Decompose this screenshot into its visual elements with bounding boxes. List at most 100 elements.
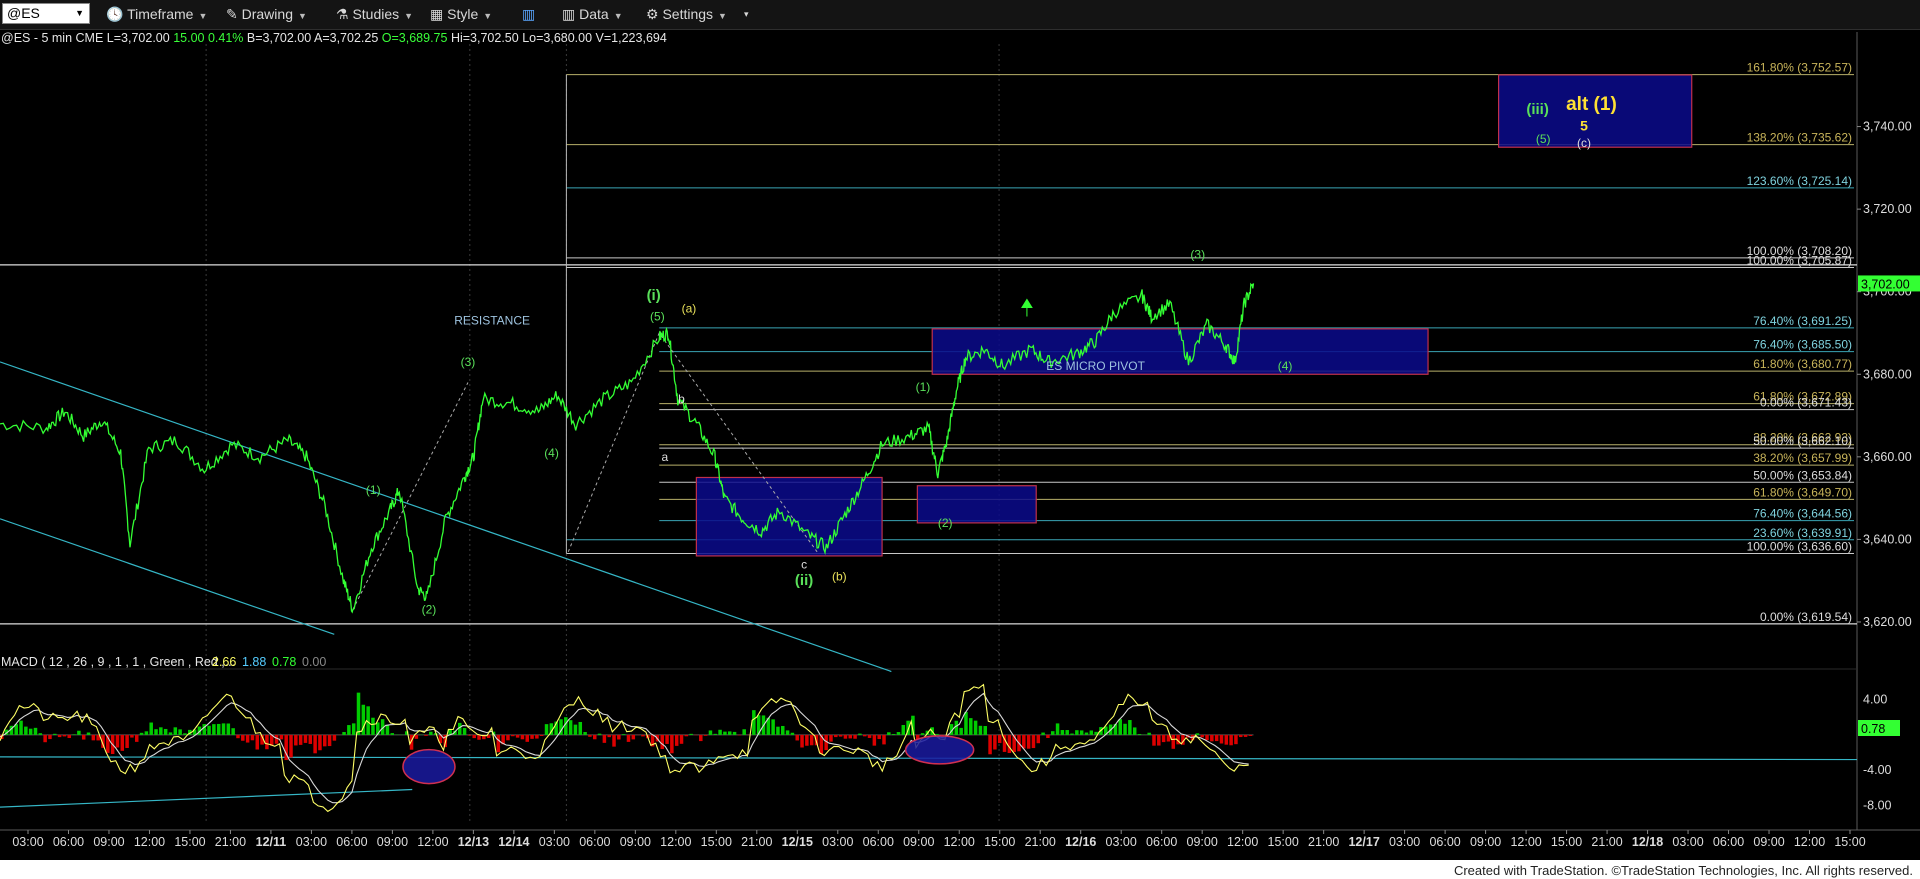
histogram-bar	[520, 734, 525, 740]
fib-level-label: 76.40% (3,685.50)	[1753, 338, 1852, 352]
histogram-bar	[43, 734, 47, 743]
histogram-bar	[964, 712, 968, 735]
histogram-bar	[1007, 734, 1012, 754]
histogram-bar	[19, 720, 23, 735]
histogram-bar	[154, 729, 158, 735]
histogram-bar	[1243, 734, 1248, 737]
fib-level-label: 123.60% (3,725.14)	[1747, 174, 1852, 188]
time-tick-label: 03:00	[1672, 835, 1703, 849]
histogram-bar	[617, 734, 621, 740]
histogram-bar	[708, 730, 713, 735]
time-tick-label: 12:00	[417, 835, 448, 849]
time-tick-label: 12:00	[944, 835, 975, 849]
macd-tick-label: 4.00	[1863, 693, 1887, 707]
histogram-bar	[1171, 734, 1176, 749]
time-tick-label: 03:00	[12, 835, 43, 849]
histogram-bar	[323, 734, 327, 747]
histogram-bar	[236, 734, 240, 739]
fib-level-label: 161.80% (3,752.57)	[1747, 61, 1852, 75]
wave-label: a	[661, 450, 668, 464]
histogram-bar	[1022, 734, 1026, 749]
histogram-bar	[250, 734, 255, 741]
histogram-bar	[1123, 723, 1127, 735]
time-tick-label: 12:00	[1510, 835, 1541, 849]
histogram-bar	[699, 734, 703, 742]
histogram-bar	[1031, 734, 1036, 749]
histogram-bar	[983, 726, 987, 735]
price-tick-label: 3,720.00	[1863, 202, 1912, 216]
histogram-bar	[544, 724, 549, 735]
fib-level-label: 0.00% (3,671.43)	[1760, 396, 1852, 410]
histogram-bar	[718, 729, 722, 735]
fib-level-label: 23.60% (3,639.91)	[1753, 526, 1852, 540]
histogram-bar	[1161, 734, 1166, 743]
histogram-bar	[602, 734, 607, 743]
histogram-bar	[1065, 730, 1069, 735]
support-box-2	[916, 485, 1037, 524]
histogram-bar	[511, 734, 515, 737]
histogram-bar	[144, 731, 149, 735]
histogram-bar	[1219, 734, 1224, 744]
wave-label: (3)	[1190, 248, 1205, 262]
histogram-bar	[973, 720, 978, 735]
fib-level-label: 61.80% (3,649.70)	[1753, 485, 1852, 499]
histogram-bar	[255, 734, 260, 750]
histogram-bar	[216, 723, 221, 735]
price-axis-bg	[1857, 32, 1920, 831]
time-tick-label: 12/14	[498, 835, 529, 849]
histogram-bar	[1046, 734, 1050, 738]
histogram-bar	[159, 727, 163, 735]
fib-level-label: 38.20% (3,657.99)	[1753, 451, 1852, 465]
fib-level-label: 50.00% (3,662.10)	[1753, 434, 1852, 448]
histogram-bar	[327, 734, 332, 747]
histogram-bar	[458, 722, 462, 735]
histogram-bar	[1089, 730, 1094, 735]
histogram-bar	[298, 734, 303, 745]
histogram-bar	[993, 734, 997, 750]
histogram-bar	[592, 734, 597, 740]
time-tick-label: 06:00	[53, 835, 84, 849]
histogram-bar	[843, 734, 848, 739]
histogram-bar	[212, 724, 216, 735]
histogram-bar	[506, 734, 510, 741]
histogram-bar	[1248, 734, 1253, 736]
wave-label: (4)	[544, 446, 559, 460]
histogram-bar	[115, 734, 120, 748]
histogram-bar	[588, 734, 592, 737]
divergence-marker	[402, 748, 456, 785]
histogram-bar	[641, 734, 645, 737]
histogram-bar	[313, 734, 317, 754]
histogram-bar	[1210, 734, 1214, 742]
histogram-bar	[679, 734, 684, 744]
histogram-bar	[1195, 733, 1200, 735]
histogram-bar	[829, 734, 833, 742]
time-tick-label: 06:00	[1146, 835, 1177, 849]
time-tick-label: 15:00	[701, 835, 732, 849]
histogram-bar	[670, 734, 674, 754]
histogram-bar	[713, 733, 718, 735]
histogram-bar	[978, 725, 983, 735]
histogram-bar	[515, 734, 520, 738]
time-tick-label: 06:00	[1713, 835, 1744, 849]
time-tick-label: 06:00	[336, 835, 367, 849]
wave-label: alt (1)	[1566, 94, 1617, 115]
histogram-bar	[660, 734, 664, 750]
histogram-bar	[38, 733, 43, 735]
histogram-bar	[130, 734, 134, 738]
time-tick-label: 12/16	[1065, 835, 1096, 849]
histogram-bar	[1118, 719, 1122, 735]
histogram-bar	[872, 734, 877, 746]
wave-label: (ii)	[795, 572, 813, 589]
price-tick-label: 3,680.00	[1863, 367, 1912, 381]
histogram-bar	[81, 734, 86, 740]
micro-pivot-box	[931, 328, 1429, 375]
price-chart[interactable]: 161.80% (3,752.57) 138.20% (3,735.62) 123.…	[0, 0, 1920, 879]
histogram-bar	[573, 724, 578, 735]
time-tick-label: 21:00	[741, 835, 772, 849]
wave-label: (iii)	[1526, 101, 1549, 118]
histogram-bar	[139, 732, 144, 735]
histogram-bar	[1079, 730, 1084, 735]
wave-label: (i)	[647, 287, 661, 304]
histogram-bar	[125, 734, 129, 748]
macd-value: 1.88	[242, 655, 266, 669]
